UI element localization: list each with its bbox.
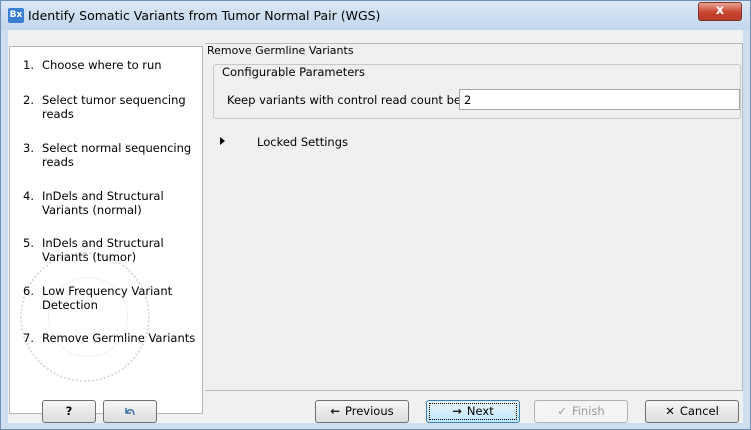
- step-number: 6.: [23, 284, 34, 298]
- previous-label: Previous: [345, 404, 394, 418]
- step-label: InDels and Structural Variants (normal): [42, 189, 164, 217]
- step-label: Low Frequency Variant Detection: [42, 284, 173, 312]
- step-number: 4.: [23, 189, 34, 203]
- panel-title: Remove Germline Variants: [207, 44, 354, 57]
- cancel-label: Cancel: [679, 404, 719, 418]
- expand-triangle-icon: [220, 137, 225, 145]
- finish-button: ✓ Finish: [534, 400, 628, 423]
- wizard-steps-panel: 1. Choose where to run 2. Select tumor s…: [9, 46, 203, 414]
- step-number: 2.: [23, 93, 34, 107]
- dialog-window: Bx Identify Somatic Variants from Tumor …: [0, 0, 751, 430]
- help-label: ?: [65, 404, 73, 418]
- arrow-right-icon: →: [452, 404, 462, 418]
- control-read-count-label: Keep variants with control read count be…: [227, 93, 481, 107]
- step-number: 3.: [23, 141, 34, 155]
- step-label: Select normal sequencing reads: [42, 141, 192, 169]
- checkmark-icon: ✓: [557, 404, 567, 418]
- app-icon: Bx: [8, 8, 24, 23]
- close-button[interactable]: x: [698, 2, 742, 21]
- undo-icon: [125, 408, 135, 416]
- reset-button[interactable]: [103, 400, 157, 423]
- previous-button[interactable]: ← Previous: [315, 400, 409, 423]
- title-bar: Bx Identify Somatic Variants from Tumor …: [1, 1, 750, 30]
- cancel-button[interactable]: ✕ Cancel: [645, 400, 739, 423]
- cancel-x-icon: ✕: [665, 404, 675, 418]
- next-button[interactable]: → Next: [426, 400, 520, 423]
- step-label: Choose where to run: [42, 58, 162, 72]
- step-label: Remove Germline Variants: [42, 331, 196, 345]
- help-button[interactable]: ?: [42, 400, 96, 423]
- step-label: Select tumor sequencing reads: [42, 93, 186, 121]
- step-label: InDels and Structural Variants (tumor): [42, 236, 164, 264]
- locked-settings-label: Locked Settings: [257, 135, 349, 149]
- next-label: Next: [466, 404, 494, 418]
- step-number: 7.: [23, 331, 34, 345]
- arrow-left-icon: ←: [330, 404, 341, 418]
- finish-label: Finish: [571, 404, 605, 418]
- window-title: Identify Somatic Variants from Tumor Nor…: [28, 8, 381, 23]
- group-title: Configurable Parameters: [222, 65, 366, 79]
- step-number: 1.: [23, 58, 34, 72]
- step-number: 5.: [23, 236, 34, 250]
- control-read-count-input[interactable]: [459, 89, 740, 110]
- dialog-body: 1. Choose where to run 2. Select tumor s…: [8, 30, 743, 423]
